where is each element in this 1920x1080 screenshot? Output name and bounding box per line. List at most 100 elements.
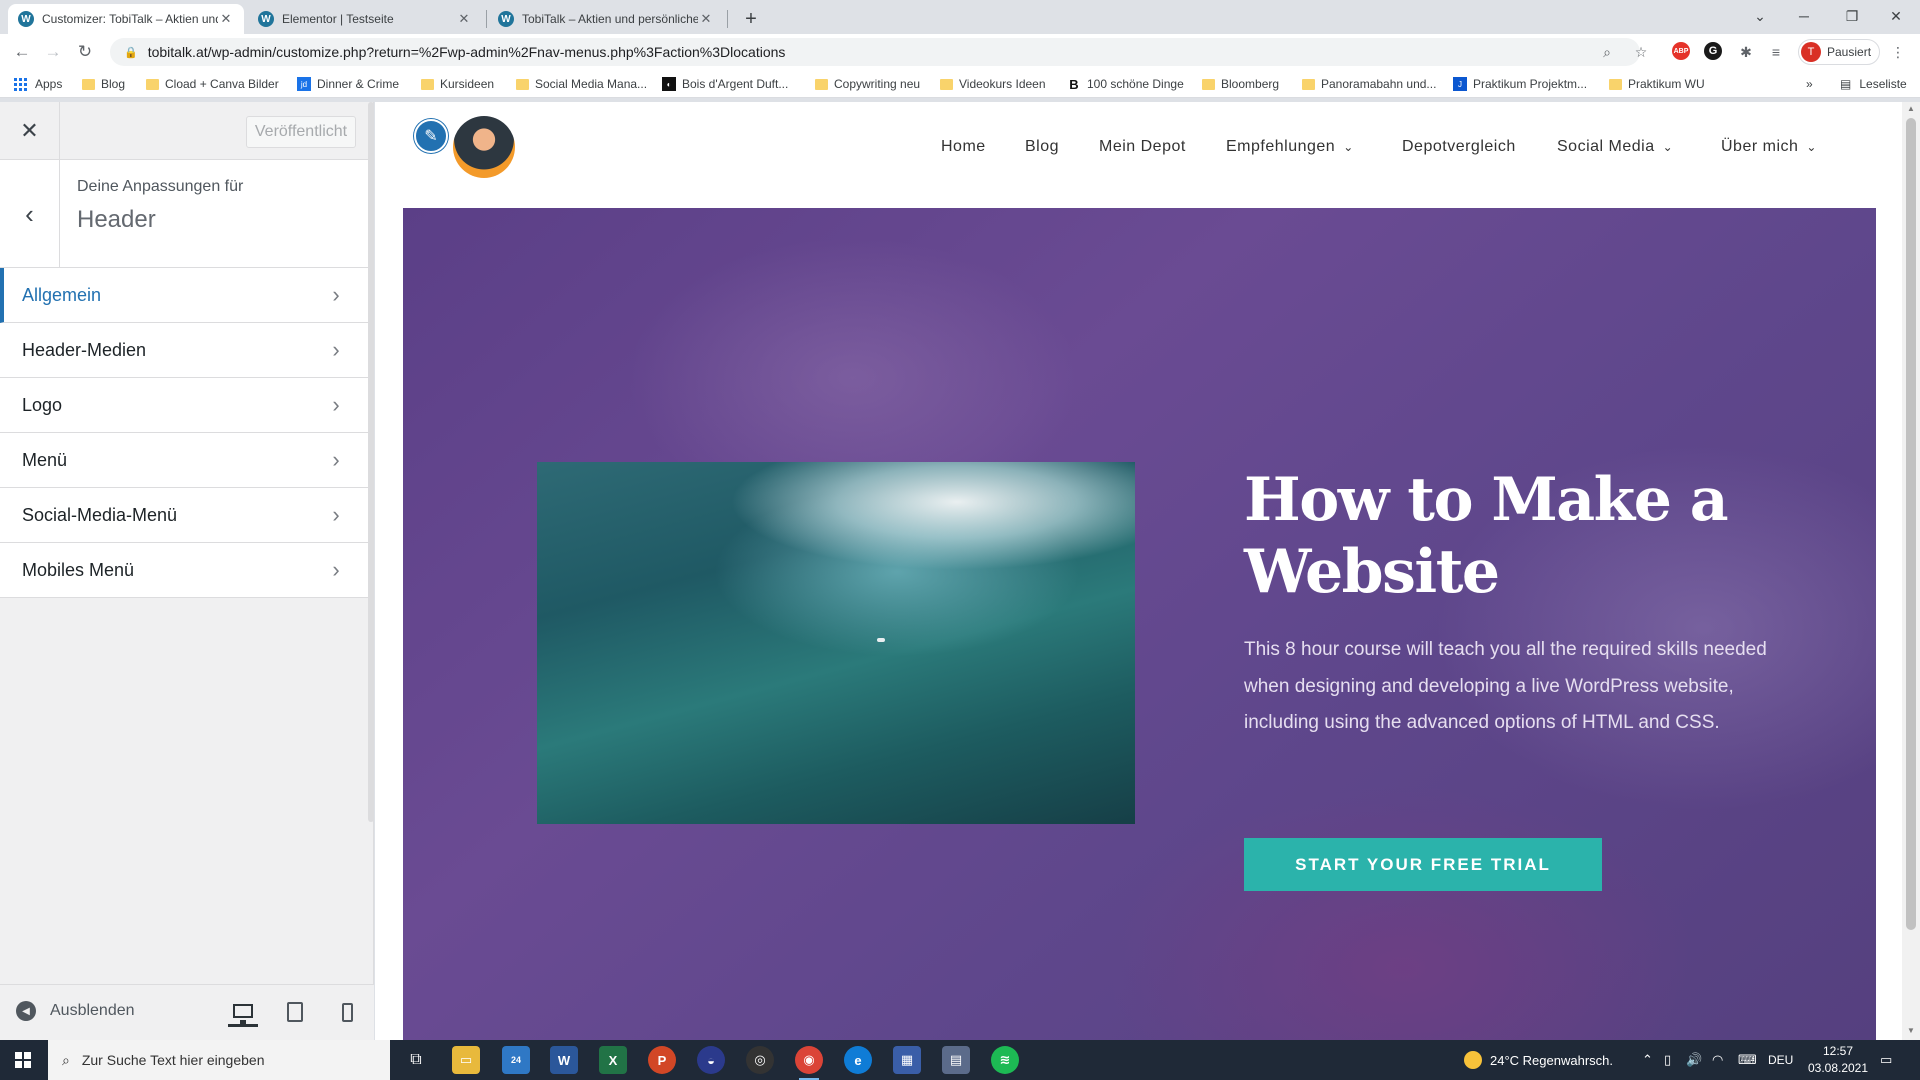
windows-logo-icon	[15, 1052, 31, 1068]
obs-icon[interactable]: ◎	[746, 1046, 774, 1074]
nav-mein-depot[interactable]: Mein Depot	[1099, 138, 1186, 156]
preview-scrollbar[interactable]: ▲ ▼	[1902, 102, 1920, 1040]
more-menu-icon[interactable]: ⋮	[1888, 42, 1908, 62]
wifi-icon[interactable]: ◠	[1712, 1040, 1723, 1080]
notepad-icon[interactable]: ▤	[942, 1046, 970, 1074]
preview-mobile-button[interactable]	[332, 997, 362, 1027]
reading-list-button[interactable]: ▤ Leseliste	[1840, 75, 1907, 93]
bookmark-folder[interactable]: Blog	[82, 75, 125, 93]
media-control-icon[interactable]: ≡	[1766, 42, 1786, 62]
forward-arrow-icon[interactable]: →	[41, 40, 65, 64]
file-explorer-icon[interactable]: ▭	[452, 1046, 480, 1074]
edge-icon[interactable]: e	[844, 1046, 872, 1074]
taskbar-search[interactable]: ⌕ Zur Suche Text hier eingeben	[48, 1040, 390, 1080]
language-indicator[interactable]: DEU	[1768, 1040, 1793, 1080]
powerpoint-icon[interactable]: P	[648, 1046, 676, 1074]
battery-icon[interactable]: ▯	[1664, 1040, 1671, 1080]
volume-icon[interactable]: 🔊	[1686, 1040, 1702, 1080]
nav-social-media[interactable]: Social Media ⌄	[1557, 138, 1673, 156]
bookmark-site[interactable]: J Praktikum Projektm...	[1453, 75, 1587, 93]
bookmark-folder[interactable]: Videokurs Ideen	[940, 75, 1046, 93]
bookmark-star-icon[interactable]: ☆	[1631, 42, 1651, 62]
bookmark-folder[interactable]: Copywriting neu	[815, 75, 920, 93]
nav-depotvergleich[interactable]: Depotvergleich	[1402, 138, 1516, 156]
bookmark-site[interactable]: B 100 schöne Dinge	[1067, 75, 1183, 93]
nav-blog[interactable]: Blog	[1025, 138, 1059, 156]
new-tab-button[interactable]: +	[738, 6, 764, 32]
start-button[interactable]	[0, 1040, 46, 1080]
scroll-down-icon[interactable]: ▼	[1902, 1026, 1920, 1035]
reload-icon[interactable]: ↻	[73, 40, 97, 64]
scroll-up-icon[interactable]: ▲	[1902, 104, 1920, 113]
bookmark-apps[interactable]: Apps	[14, 75, 62, 93]
weather-widget[interactable]: 24°C Regenwahrsch.	[1464, 1040, 1613, 1080]
back-button[interactable]: ‹	[0, 160, 60, 268]
close-customizer-button[interactable]: ✕	[0, 102, 60, 160]
wordpress-icon: W	[498, 11, 514, 27]
dark-site-icon: ◐	[662, 77, 676, 91]
nav-empfehlungen[interactable]: Empfehlungen ⌄	[1226, 138, 1354, 156]
bookmark-folder[interactable]: Cload + Canva Bilder	[146, 75, 279, 93]
extensions-puzzle-icon[interactable]: ✱	[1736, 42, 1756, 62]
menu-item-mobiles-menue[interactable]: Mobiles Menü ›	[0, 543, 368, 598]
spotify-icon[interactable]: ≋	[991, 1046, 1019, 1074]
adblock-extension-icon[interactable]: ABP	[1672, 42, 1690, 60]
address-bar[interactable]: 🔒 tobitalk.at/wp-admin/customize.php?ret…	[110, 38, 1640, 66]
menu-item-logo[interactable]: Logo ›	[0, 378, 368, 433]
preview-tablet-button[interactable]	[280, 997, 310, 1027]
app-icon[interactable]: ◒	[697, 1046, 725, 1074]
grammarly-extension-icon[interactable]: G	[1704, 42, 1722, 60]
notifications-icon[interactable]: ▭	[1880, 1040, 1892, 1080]
close-icon[interactable]: ✕	[218, 11, 234, 27]
zoom-icon[interactable]: ⌕	[1597, 42, 1617, 62]
word-icon[interactable]: W	[550, 1046, 578, 1074]
reading-list-label: Leseliste	[1859, 77, 1907, 91]
minimize-button[interactable]: ─	[1782, 0, 1826, 32]
bookmark-folder[interactable]: Bloomberg	[1202, 75, 1279, 93]
folder-icon	[516, 78, 529, 90]
keyboard-icon[interactable]: ⌨	[1738, 1040, 1757, 1080]
menu-item-header-medien[interactable]: Header-Medien ›	[0, 323, 368, 378]
bookmark-folder[interactable]: Social Media Mana...	[516, 75, 647, 93]
publish-button[interactable]: Veröffentlicht	[246, 116, 356, 148]
bookmark-label: Cload + Canva Bilder	[165, 77, 279, 91]
menu-item-menue[interactable]: Menü ›	[0, 433, 368, 488]
tab-elementor[interactable]: W Elementor | Testseite ✕	[248, 4, 482, 34]
start-free-trial-button[interactable]: START YOUR FREE TRIAL	[1244, 838, 1602, 891]
bookmark-folder[interactable]: Panoramabahn und...	[1302, 75, 1436, 93]
scrollbar-thumb[interactable]	[1906, 118, 1916, 930]
close-icon[interactable]: ✕	[698, 11, 714, 27]
tab-tobitalk[interactable]: W TobiTalk – Aktien und persönliche ✕	[488, 4, 724, 34]
task-view-icon[interactable]: ⧉	[402, 1046, 430, 1074]
mail-icon[interactable]: 24	[502, 1046, 530, 1074]
more-bookmarks-button[interactable]: »	[1806, 75, 1813, 93]
nav-home[interactable]: Home	[941, 138, 986, 156]
hero-video-ocean[interactable]	[537, 462, 1135, 824]
customizer-header: ✕ Veröffentlicht	[0, 102, 374, 160]
tray-expand-icon[interactable]: ⌃	[1642, 1040, 1653, 1080]
excel-icon[interactable]: X	[599, 1046, 627, 1074]
collapse-arrow-icon: ◀	[16, 1001, 36, 1021]
taskbar-clock[interactable]: 12:57 03.08.2021	[1806, 1043, 1870, 1077]
chrome-icon[interactable]: ◉	[795, 1046, 823, 1080]
restore-button[interactable]: ❐	[1830, 0, 1874, 32]
bookmark-site[interactable]: jd Dinner & Crime	[297, 75, 399, 93]
bookmark-folder[interactable]: Kursideen	[421, 75, 494, 93]
panel-scrollbar[interactable]	[368, 102, 374, 822]
bookmark-site[interactable]: ◐ Bois d'Argent Duft...	[662, 75, 788, 93]
profile-button[interactable]: T Pausiert	[1798, 39, 1880, 65]
close-icon[interactable]: ✕	[456, 11, 472, 27]
back-arrow-icon[interactable]: ←	[10, 40, 34, 64]
preview-desktop-button[interactable]	[228, 997, 258, 1027]
mail-badge: 24	[510, 1055, 521, 1065]
bookmark-folder[interactable]: Praktikum WU	[1609, 75, 1705, 93]
hide-controls-button[interactable]: ◀ Ausblenden	[16, 1001, 135, 1021]
menu-item-label: Menü	[22, 449, 68, 470]
tab-customizer[interactable]: W Customizer: TobiTalk – Aktien und ✕	[8, 4, 244, 34]
menu-item-social-media-menue[interactable]: Social-Media-Menü ›	[0, 488, 368, 543]
menu-item-allgemein[interactable]: Allgemein ›	[0, 268, 368, 323]
close-window-button[interactable]: ✕	[1874, 0, 1918, 32]
nav-ueber-mich[interactable]: Über mich ⌄	[1721, 138, 1817, 156]
tab-search-icon[interactable]: ⌄	[1738, 0, 1782, 32]
app-window-icon[interactable]: ▦	[893, 1046, 921, 1074]
